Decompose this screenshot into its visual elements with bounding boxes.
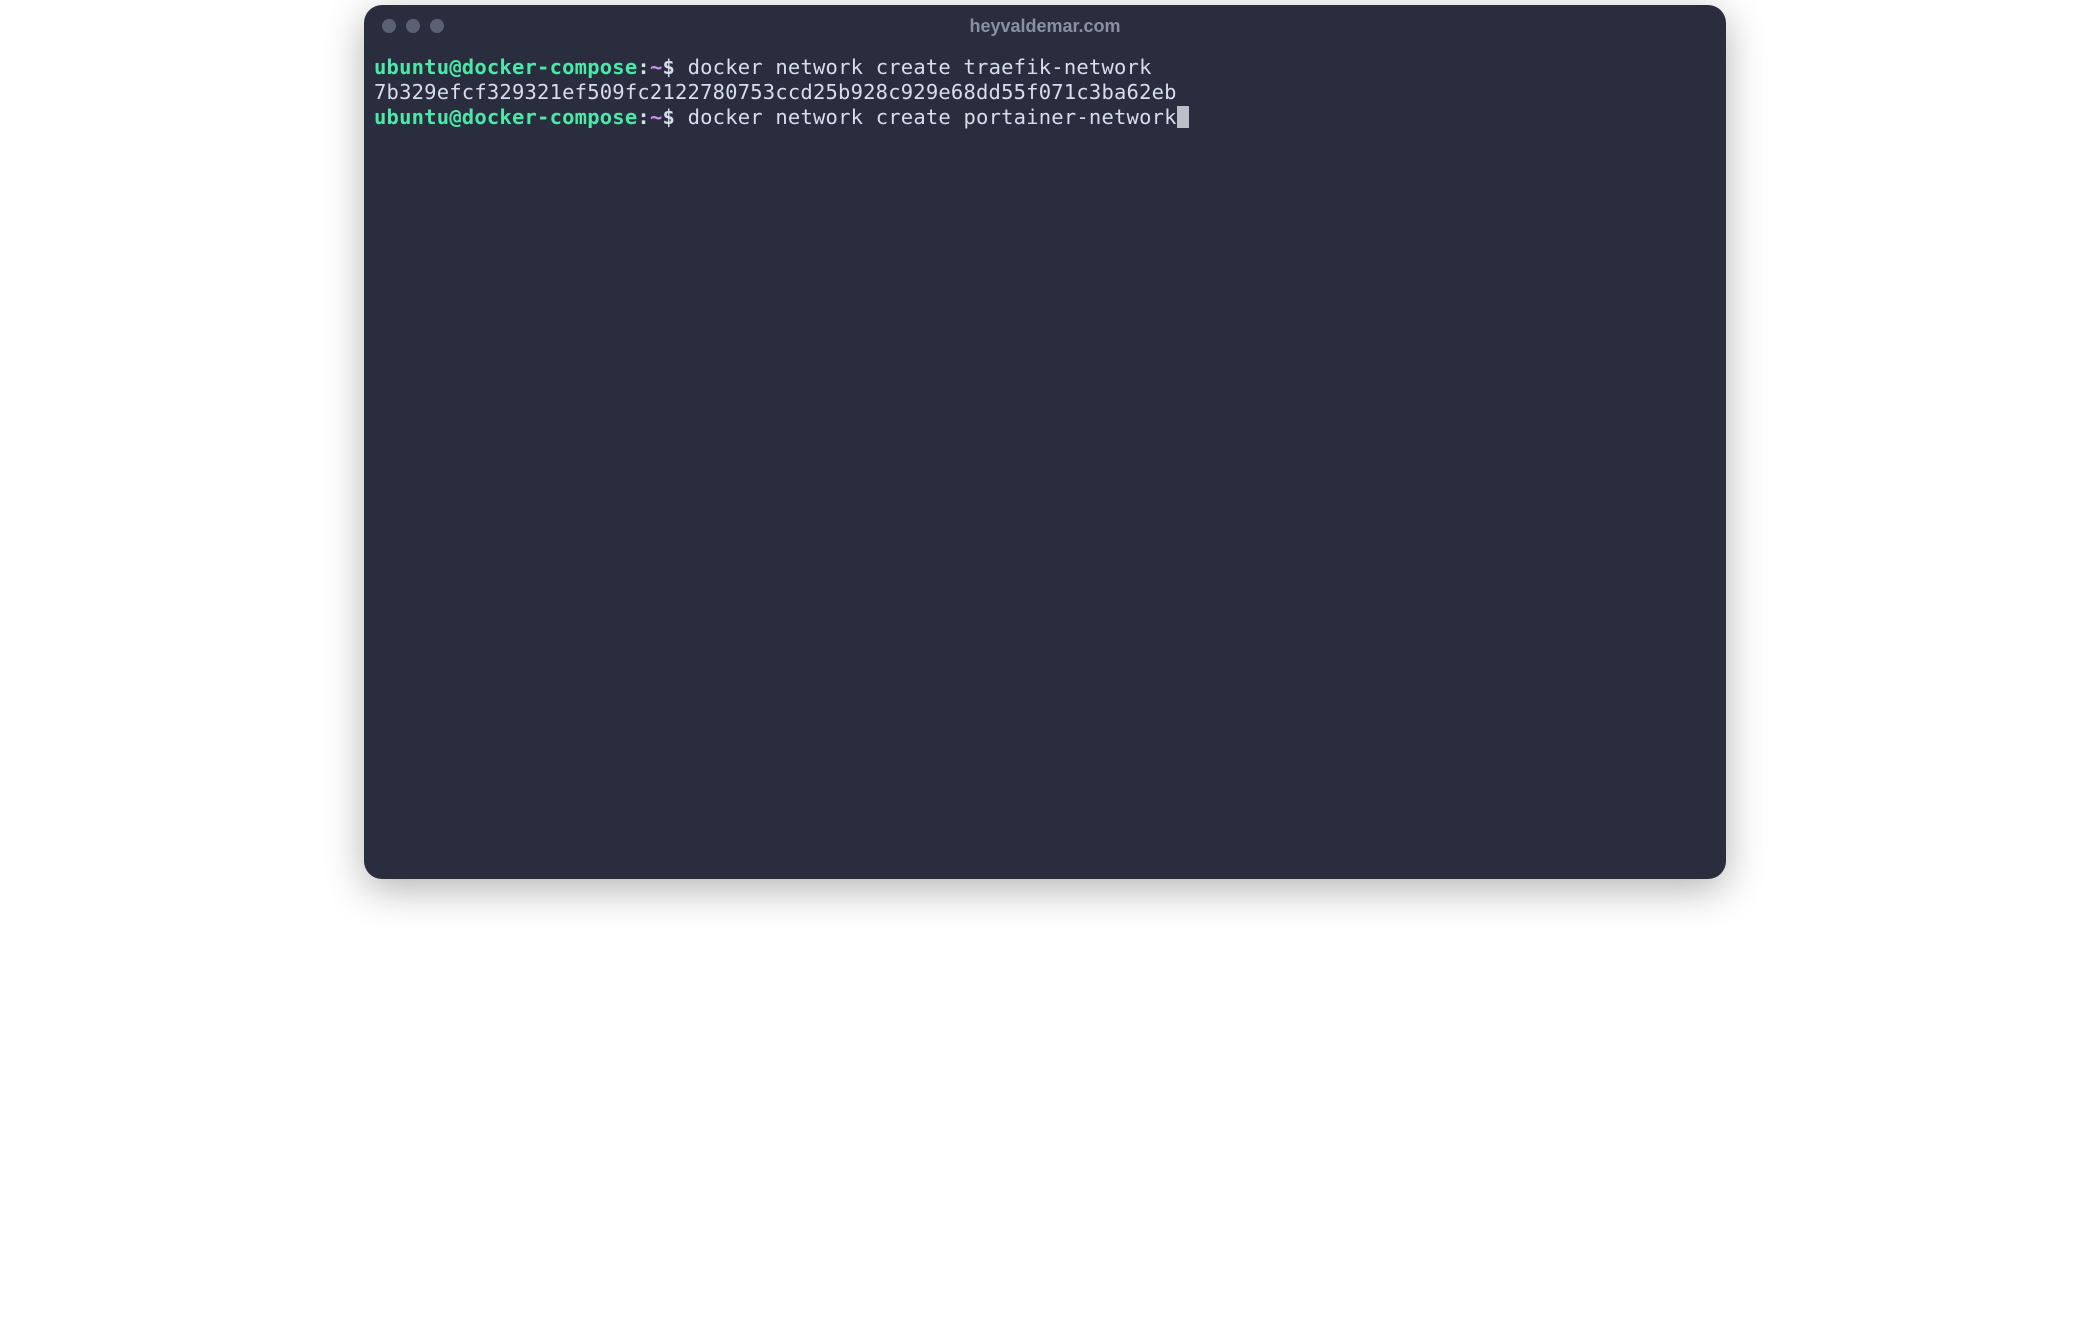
terminal-window: heyvaldemar.com ubuntu@docker-compose:~$… <box>364 5 1726 879</box>
command-text: docker network create traefik-network <box>675 55 1152 79</box>
prompt-user-host: ubuntu@docker-compose <box>374 105 637 129</box>
prompt-path: ~ <box>650 105 663 129</box>
window-controls <box>382 19 444 33</box>
prompt-path: ~ <box>650 55 663 79</box>
prompt-colon: : <box>637 105 650 129</box>
cursor <box>1177 106 1189 128</box>
terminal-line: 7b329efcf329321ef509fc2122780753ccd25b92… <box>374 80 1716 105</box>
output-text: 7b329efcf329321ef509fc2122780753ccd25b92… <box>374 80 1177 104</box>
prompt-user-host: ubuntu@docker-compose <box>374 55 637 79</box>
prompt-colon: : <box>637 55 650 79</box>
close-button[interactable] <box>382 19 396 33</box>
minimize-button[interactable] <box>406 19 420 33</box>
terminal-body[interactable]: ubuntu@docker-compose:~$ docker network … <box>364 47 1726 879</box>
prompt-dollar: $ <box>662 55 675 79</box>
terminal-line: ubuntu@docker-compose:~$ docker network … <box>374 105 1716 130</box>
maximize-button[interactable] <box>430 19 444 33</box>
terminal-line: ubuntu@docker-compose:~$ docker network … <box>374 55 1716 80</box>
prompt-dollar: $ <box>662 105 675 129</box>
command-text: docker network create portainer-network <box>675 105 1177 129</box>
window-title: heyvaldemar.com <box>382 16 1708 37</box>
titlebar: heyvaldemar.com <box>364 5 1726 47</box>
